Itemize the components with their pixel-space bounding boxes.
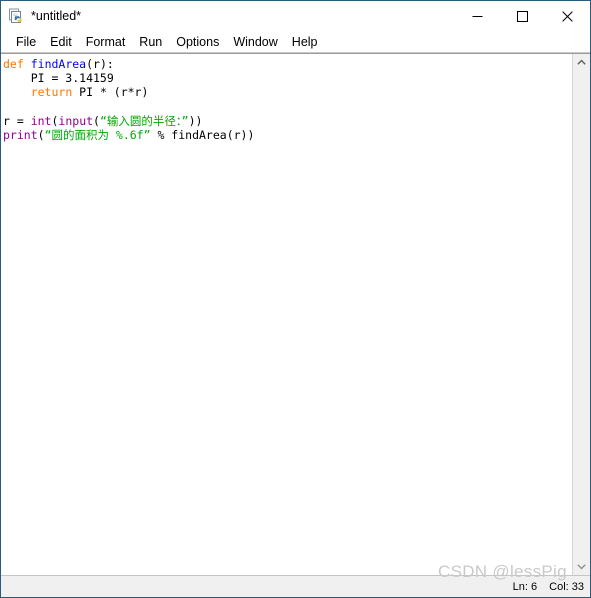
menu-item-run[interactable]: Run — [132, 34, 169, 51]
maximize-button[interactable] — [500, 1, 545, 31]
minimize-button[interactable] — [455, 1, 500, 31]
idle-editor-window: *untitled* File Edit Format Run Options … — [0, 0, 591, 598]
vertical-scrollbar[interactable] — [572, 54, 590, 575]
window-title: *untitled* — [31, 9, 82, 23]
status-line-indicator: Ln: 6 — [512, 580, 538, 593]
code-line: r = int(input(“输入圆的半径：”)) — [3, 114, 572, 128]
code-token: PI * (r*r) — [72, 85, 149, 100]
code-token: input — [58, 113, 94, 128]
menu-item-window[interactable]: Window — [226, 34, 284, 51]
menu-item-file[interactable]: File — [9, 34, 43, 51]
scroll-down-arrow-icon[interactable] — [573, 558, 590, 575]
editor-region: def findArea(r): PI = 3.14159 return PI … — [1, 53, 590, 575]
code-token: return — [30, 85, 73, 100]
code-line: return PI * (r*r) — [3, 85, 572, 99]
code-token: ( — [93, 113, 100, 128]
code-token: )) — [188, 113, 203, 128]
close-button[interactable] — [545, 1, 590, 31]
code-line: def findArea(r): — [3, 57, 572, 71]
code-token: def — [3, 57, 24, 71]
code-line: print(“圆的面积为 %.6f” % findArea(r)) — [3, 128, 572, 142]
code-text-area[interactable]: def findArea(r): PI = 3.14159 return PI … — [1, 54, 572, 575]
status-column-indicator: Col: 33 — [549, 580, 584, 593]
code-token: r = — [3, 113, 31, 128]
code-token: PI = 3.14159 — [3, 71, 114, 86]
python-idle-file-icon — [8, 8, 24, 24]
code-token: findArea — [30, 57, 87, 71]
code-token: print — [3, 128, 38, 143]
menu-item-format[interactable]: Format — [79, 34, 133, 51]
code-token: ( — [37, 128, 45, 143]
scroll-up-arrow-icon[interactable] — [573, 54, 590, 71]
status-bar: Ln: 6 Col: 33 — [1, 575, 590, 597]
title-bar: *untitled* — [1, 1, 590, 32]
menu-item-options[interactable]: Options — [169, 34, 226, 51]
code-token: “圆的面积为 %.6f” — [44, 128, 151, 143]
window-controls — [455, 1, 590, 31]
code-token: % findArea(r)) — [150, 128, 255, 143]
source-code: def findArea(r): PI = 3.14159 return PI … — [3, 57, 572, 142]
code-line: PI = 3.14159 — [3, 71, 572, 85]
code-token: (r): — [86, 57, 114, 71]
code-token: int — [30, 113, 52, 128]
menu-item-edit[interactable]: Edit — [43, 34, 79, 51]
menu-item-help[interactable]: Help — [285, 34, 325, 51]
menu-bar: File Edit Format Run Options Window Help — [1, 32, 590, 53]
code-token: “输入圆的半径：” — [99, 113, 189, 128]
